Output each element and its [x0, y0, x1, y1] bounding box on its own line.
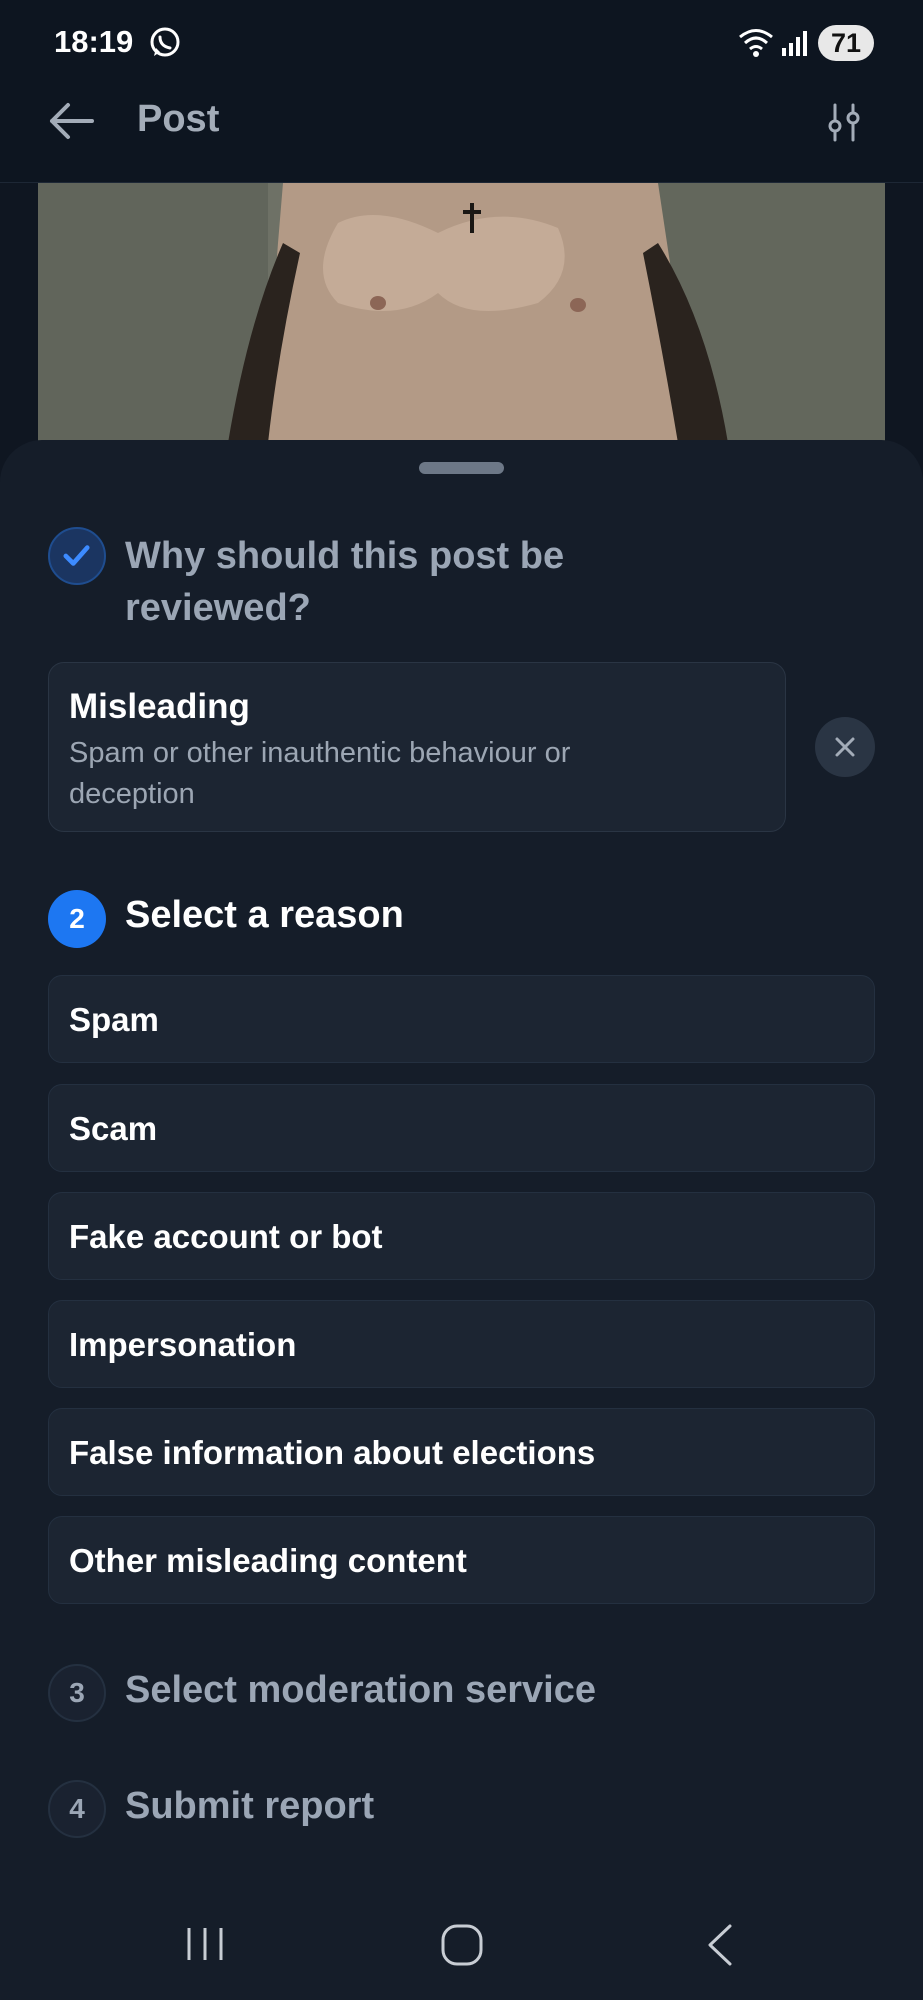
whatsapp-icon	[150, 27, 180, 57]
step1-title: Why should this post be reviewed?	[125, 535, 565, 629]
battery-indicator: 71	[818, 25, 874, 61]
step3-title: Select moderation service	[125, 1669, 596, 1711]
reason-option[interactable]: Scam	[48, 1084, 875, 1172]
close-icon	[835, 737, 855, 757]
recent-apps-icon[interactable]	[180, 1922, 230, 1966]
arrow-left-icon[interactable]	[46, 100, 96, 142]
reason-label: Spam	[69, 1001, 159, 1038]
step4-number: 4	[48, 1780, 106, 1838]
reason-label: Other misleading content	[69, 1542, 467, 1579]
sliders-icon[interactable]	[825, 102, 865, 144]
step2-number: 2	[48, 890, 106, 948]
step4-title: Submit report	[125, 1785, 375, 1827]
reason-option[interactable]: Other misleading content	[48, 1516, 875, 1604]
reason-option[interactable]: False information about elections	[48, 1408, 875, 1496]
home-icon[interactable]	[437, 1920, 487, 1970]
clear-selection-button[interactable]	[815, 717, 875, 777]
reason-label: Impersonation	[69, 1326, 297, 1363]
status-time: 18:19	[54, 24, 134, 59]
reason-label: False information about elections	[69, 1434, 596, 1471]
reason-label: Scam	[69, 1110, 158, 1147]
selected-category-card: Misleading Spam or other inauthentic beh…	[48, 662, 786, 832]
selected-category-title: Misleading	[69, 687, 250, 726]
reason-option[interactable]: Impersonation	[48, 1300, 875, 1388]
back-nav-icon[interactable]	[700, 1920, 740, 1970]
step2-title: Select a reason	[125, 894, 404, 936]
wifi-icon	[739, 29, 773, 57]
step3-number: 3	[48, 1664, 106, 1722]
sheet-drag-handle[interactable]	[419, 462, 504, 474]
reason-option[interactable]: Spam	[48, 975, 875, 1063]
reason-option[interactable]: Fake account or bot	[48, 1192, 875, 1280]
signal-icon	[782, 31, 807, 56]
page-title: Post	[137, 98, 220, 140]
selected-category-description: Spam or other inauthentic behaviour or d…	[69, 737, 571, 810]
checkmark-icon	[63, 545, 90, 566]
post-image	[38, 183, 885, 443]
reason-label: Fake account or bot	[69, 1218, 383, 1255]
step1-complete-indicator	[48, 527, 106, 585]
